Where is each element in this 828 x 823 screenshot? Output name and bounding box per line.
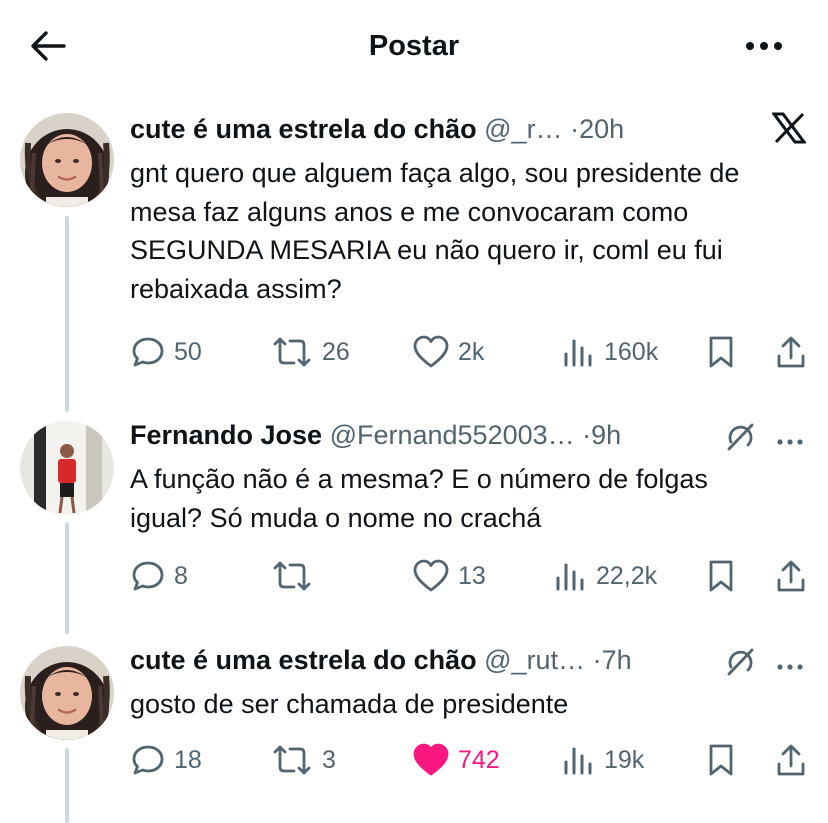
dot-separator: · [592, 645, 602, 675]
repost-button[interactable]: 3 [270, 740, 336, 780]
bookmark-icon[interactable] [706, 556, 736, 596]
repost-button[interactable]: 26 [270, 332, 350, 372]
tweet-header: Fernando Jose @Fernand552003… ·9h [130, 418, 621, 452]
views-count: 160k [604, 337, 659, 366]
reply-count: 50 [174, 337, 202, 366]
reply-count: 8 [174, 561, 188, 590]
grok-icon[interactable] [724, 420, 756, 457]
share-icon[interactable] [774, 556, 808, 596]
more-options-icon[interactable] [776, 658, 804, 676]
author-handle[interactable]: @_rut… [484, 645, 585, 675]
top-bar: Postar [0, 0, 828, 90]
tweet-header: cute é uma estrela do chão @_r… ·20h [130, 112, 624, 146]
author-handle[interactable]: @_r… [484, 114, 562, 144]
share-icon[interactable] [774, 332, 808, 372]
dot-separator: · [582, 420, 592, 450]
tweet-time[interactable]: 9h [591, 420, 621, 450]
repost-count: 3 [322, 745, 336, 774]
more-options-icon[interactable] [776, 433, 804, 451]
page-title: Postar [368, 30, 460, 62]
tweet-time[interactable]: 7h [602, 645, 632, 675]
views-button[interactable]: 19k [562, 740, 644, 780]
author-name[interactable]: cute é uma estrela do chão [130, 645, 477, 675]
tweet-actions: 8 13 22,2k [130, 556, 820, 596]
bookmark-icon[interactable] [706, 740, 736, 780]
views-button[interactable]: 160k [562, 332, 658, 372]
thread-connector-line [65, 748, 69, 823]
reply-button[interactable]: 18 [130, 740, 202, 780]
tweet-actions: 18 3 742 19k [130, 740, 820, 780]
like-count: 13 [458, 561, 486, 590]
like-button[interactable]: 742 [412, 740, 500, 780]
repost-button[interactable] [270, 556, 322, 596]
grok-icon[interactable] [724, 645, 756, 682]
like-button[interactable]: 13 [412, 556, 486, 596]
like-count: 2k [458, 337, 485, 366]
tweet-header: cute é uma estrela do chão @_rut… ·7h [130, 643, 632, 677]
avatar[interactable] [20, 113, 114, 207]
reply-count: 18 [174, 745, 202, 774]
more-options-icon[interactable] [744, 36, 784, 56]
x-logo-icon [771, 112, 807, 149]
views-count: 19k [604, 745, 645, 774]
tweet-text: gosto de ser chamada de presidente [130, 689, 569, 719]
thread-connector-line [65, 522, 69, 634]
thread-connector-line [65, 216, 69, 412]
repost-count: 26 [322, 337, 350, 366]
tweet-time[interactable]: 20h [579, 114, 624, 144]
like-button[interactable]: 2k [412, 332, 484, 372]
reply-button[interactable]: 8 [130, 556, 188, 596]
share-icon[interactable] [774, 740, 808, 780]
avatar[interactable] [20, 646, 114, 740]
views-count: 22,2k [596, 561, 658, 590]
dot-separator: · [570, 114, 580, 144]
bookmark-icon[interactable] [706, 332, 736, 372]
like-count: 742 [458, 745, 500, 774]
tweet-actions: 50 26 2k 160k [130, 332, 820, 372]
author-handle[interactable]: @Fernand552003… [330, 420, 575, 450]
author-name[interactable]: cute é uma estrela do chão [130, 114, 477, 144]
reply-button[interactable]: 50 [130, 332, 202, 372]
avatar[interactable] [20, 421, 114, 515]
tweet-text: gnt quero que alguem faça algo, sou pres… [130, 158, 740, 304]
author-name[interactable]: Fernando Jose [130, 420, 322, 450]
views-button[interactable]: 22,2k [554, 556, 657, 596]
tweet-text: A função não é a mesma? E o número de fo… [130, 464, 708, 533]
